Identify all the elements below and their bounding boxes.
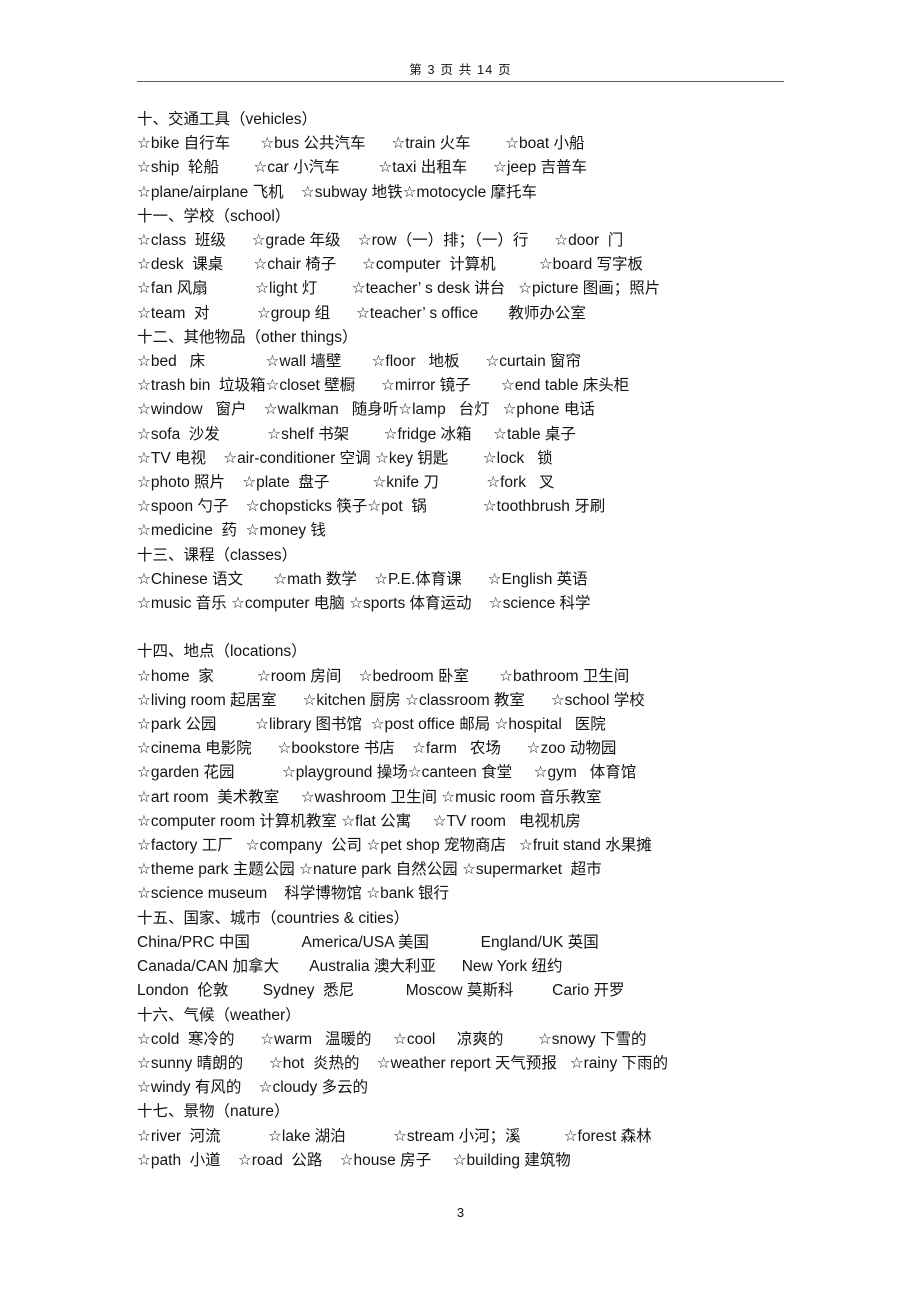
vocab-line: ☆cinema 电影院 ☆bookstore 书店 ☆farm 农场 ☆zoo … (137, 740, 617, 758)
vocab-line: ☆living room 起居室 ☆kitchen 厨房 ☆classroom … (137, 691, 645, 709)
vocab-line: ☆desk 课桌 ☆chair 椅子 ☆computer 计算机 ☆board … (137, 256, 644, 274)
vocab-line: ☆photo 照片 ☆plate 盘子 ☆knife 刀 ☆fork 叉 (137, 474, 555, 492)
section-title: 十六、气候（weather） (137, 1006, 301, 1024)
vocab-line: ☆science museum 科学博物馆 ☆bank 银行 (137, 885, 450, 903)
document-page: 第 3 页 共 14 页 十、交通工具（vehicles） ☆bike 自行车 ☆… (0, 0, 920, 1302)
vocab-line: ☆fan 风扇 ☆light 灯 ☆teacher’ s desk 讲台 ☆pi… (137, 280, 661, 298)
vocab-line: ☆medicine 药 ☆money 钱 (137, 522, 326, 540)
vocab-line: ☆TV 电视 ☆air-conditioner 空调 ☆key 钥匙 ☆lock… (137, 449, 553, 467)
document-body: 十、交通工具（vehicles） ☆bike 自行车 ☆bus 公共汽车 ☆tra… (137, 108, 827, 1173)
vocab-line: ☆home 家 ☆room 房间 ☆bedroom 卧室 ☆bathroom 卫… (137, 667, 630, 685)
vocab-line: ☆art room 美术教室 ☆washroom 卫生间 ☆music room… (137, 788, 602, 806)
vocab-line: ☆ship 轮船 ☆car 小汽车 ☆taxi 出租车 ☆jeep 吉普车 (137, 159, 588, 177)
vocab-line: ☆sofa 沙发 ☆shelf 书架 ☆fridge 冰箱 ☆table 桌子 (137, 425, 576, 443)
vocab-line: ☆bike 自行车 ☆bus 公共汽车 ☆train 火车 ☆boat 小船 (137, 135, 585, 153)
vocab-line: ☆river 河流 ☆lake 湖泊 ☆stream 小河；溪 ☆forest … (137, 1127, 652, 1145)
header-divider (137, 81, 784, 82)
vocab-line: ☆cold 寒冷的 ☆warm 温暖的 ☆cool 凉爽的 ☆snowy 下雪的 (137, 1030, 647, 1048)
vocab-line: ☆windy 有风的 ☆cloudy 多云的 (137, 1079, 369, 1097)
section-title: 十二、其他物品（other things） (137, 328, 358, 346)
footer-page-number: 3 (456, 1205, 465, 1220)
vocab-line: ☆theme park 主题公园 ☆nature park 自然公园 ☆supe… (137, 861, 602, 879)
header-page-indicator: 第 3 页 共 14 页 (409, 63, 512, 77)
section-title: 十、交通工具（vehicles） (137, 111, 317, 128)
vocab-line: ☆team 对 ☆group 组 ☆teacher’ s office 教师办公… (137, 304, 586, 322)
section-title: 十一、学校（school） (137, 207, 291, 225)
vocab-line: ☆plane/airplane 飞机 ☆subway 地铁☆motocycle … (137, 183, 538, 201)
vocab-line: London 伦敦 Sydney 悉尼 Moscow 莫斯科 Cario 开罗 (137, 982, 625, 1000)
vocab-line: ☆sunny 晴朗的 ☆hot 炎热的 ☆weather report 天气预报… (137, 1054, 669, 1072)
vocab-line: ☆bed 床 ☆wall 墙壁 ☆floor 地板 ☆curtain 窗帘 (137, 353, 582, 371)
vocab-line: ☆trash bin 垃圾箱☆closet 壁橱 ☆mirror 镜子 ☆end… (137, 377, 630, 395)
vocab-line: ☆computer room 计算机教室 ☆flat 公寓 ☆TV room 电… (137, 812, 581, 830)
vocab-line: ☆path 小道 ☆road 公路 ☆house 房子 ☆building 建筑… (137, 1151, 571, 1169)
vocab-line: ☆class 班级 ☆grade 年级 ☆row（一）排；（一）行 ☆door … (137, 232, 624, 250)
section-title: 十七、景物（nature） (137, 1103, 290, 1121)
vocab-line: ☆factory 工厂 ☆company 公司 ☆pet shop 宠物商店 ☆… (137, 837, 652, 855)
section-title: 十五、国家、城市（countries & cities） (137, 909, 410, 927)
vocab-line: ☆window 窗户 ☆walkman 随身听☆lamp 台灯 ☆phone 电… (137, 401, 595, 419)
vocab-line: ☆Chinese 语文 ☆math 数学 ☆P.E.体育课 ☆English 英… (137, 570, 588, 588)
vocab-line: ☆music 音乐 ☆computer 电脑 ☆sports 体育运动 ☆sci… (137, 595, 591, 613)
section-title: 十三、课程（classes） (137, 546, 298, 564)
section-title: 十四、地点（locations） (137, 643, 307, 661)
vocab-line: ☆spoon 勺子 ☆chopsticks 筷子☆pot 锅 ☆toothbru… (137, 498, 606, 516)
vocab-line: China/PRC 中国 America/USA 美国 England/UK 英… (137, 933, 599, 951)
vocab-line: Canada/CAN 加拿大 Australia 澳大利亚 New York 纽… (137, 958, 563, 976)
vocab-line: ☆park 公园 ☆library 图书馆 ☆post office 邮局 ☆h… (137, 716, 606, 734)
page-header: 第 3 页 共 14 页 (137, 62, 784, 82)
vocab-line: ☆garden 花园 ☆playground 操场☆canteen 食堂 ☆gy… (137, 764, 637, 782)
